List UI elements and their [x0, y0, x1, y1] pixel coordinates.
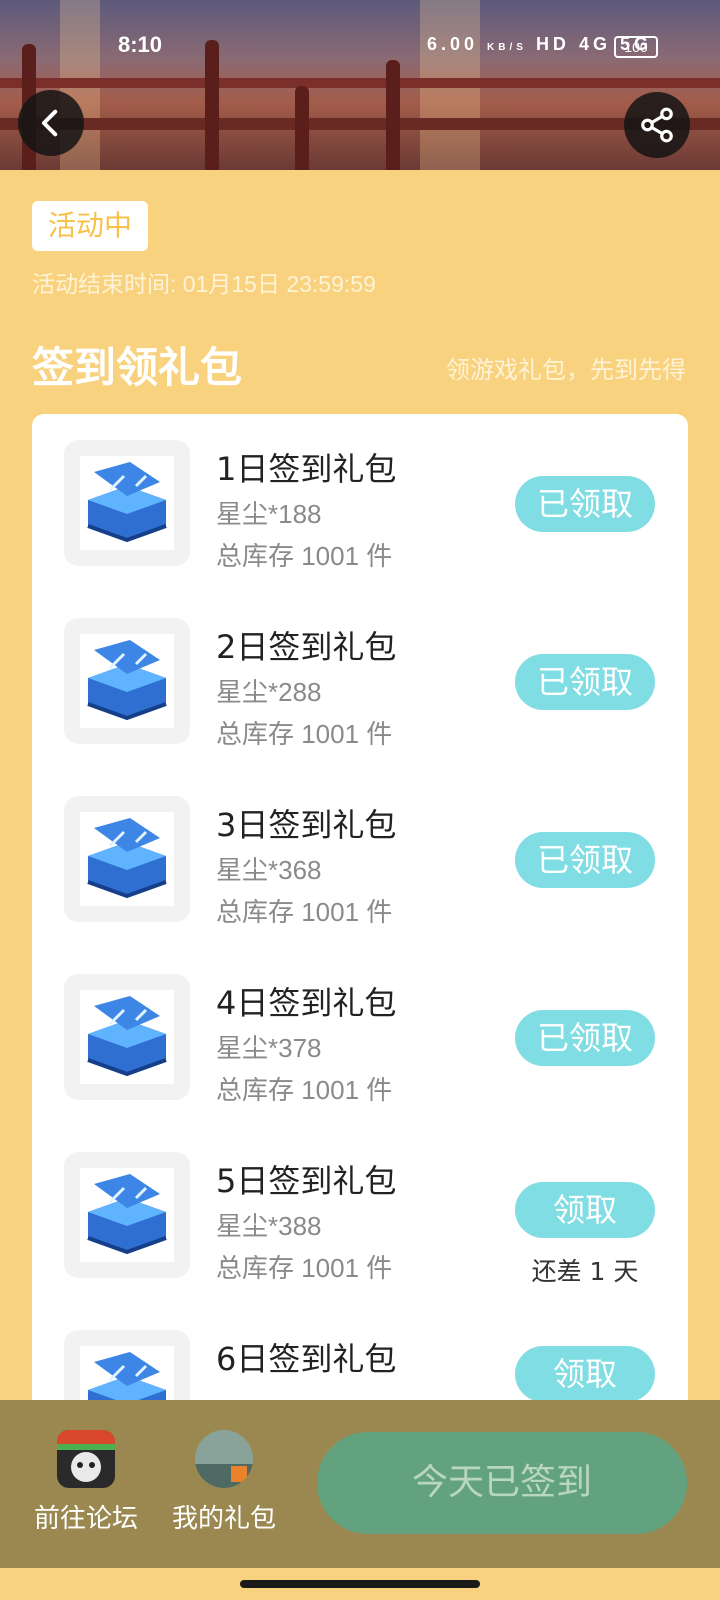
icon-band [57, 1430, 115, 1444]
claim-button[interactable]: 领取 [515, 1182, 655, 1238]
my-gifts-label: 我的礼包 [171, 1504, 276, 1534]
gift-item: 4日签到礼包 星尘*378 总库存 1001 件 已领取 [32, 948, 688, 1118]
battery-icon: 100 [614, 36, 658, 58]
gift-image [80, 456, 174, 550]
back-button[interactable] [18, 90, 84, 156]
icon-eye [77, 1462, 83, 1468]
claimed-button[interactable]: 已领取 [515, 1010, 655, 1066]
net-speed-unit: KB/S [487, 42, 527, 53]
my-gifts-avatar-icon [195, 1430, 253, 1488]
banner-post [386, 60, 400, 170]
claim-button[interactable]: 领取 [515, 1346, 655, 1402]
banner-railing [0, 118, 720, 130]
net-speed: 6.00 [426, 34, 478, 54]
my-gifts-tab[interactable]: 我的礼包 [164, 1430, 284, 1535]
claimed-button[interactable]: 已领取 [515, 476, 655, 532]
battery-level: 100 [624, 39, 648, 55]
gift-reward: 星尘*378 [216, 1033, 322, 1063]
gift-name: 4日签到礼包 [216, 984, 397, 1022]
gift-thumbnail [64, 440, 190, 566]
gift-thumbnail [64, 618, 190, 744]
icon-face [71, 1452, 101, 1482]
gift-name: 3日签到礼包 [216, 806, 397, 844]
forum-tab[interactable]: 前往论坛 [26, 1430, 146, 1535]
gift-reward: 星尘*368 [216, 855, 322, 885]
gift-stock: 总库存 1001 件 [216, 719, 393, 749]
gift-item: 2日签到礼包 星尘*288 总库存 1001 件 已领取 [32, 592, 688, 762]
treasure-chest-icon [87, 818, 167, 899]
activity-status-badge: 活动中 [32, 201, 149, 251]
hd-label: HD [535, 34, 570, 54]
gift-item: 5日签到礼包 星尘*388 总库存 1001 件 领取 还差 1 天 [32, 1126, 688, 1296]
gift-reward: 星尘*388 [216, 1211, 322, 1241]
gift-list: 1日签到礼包 星尘*188 总库存 1001 件 已领取 2日签到礼包 星尘*2… [32, 414, 688, 1414]
gift-reward: 星尘*188 [216, 499, 322, 529]
status-bar: 8:10 6.00 KB/S HD 4G 5G 100 [0, 28, 720, 64]
gift-name: 6日签到礼包 [216, 1340, 397, 1378]
gift-name: 1日签到礼包 [216, 450, 397, 488]
home-indicator[interactable] [240, 1580, 480, 1588]
banner-post [295, 86, 309, 170]
gift-stock: 总库存 1001 件 [216, 897, 393, 927]
chevron-left-icon [41, 109, 58, 137]
icon-eye [89, 1462, 95, 1468]
gift-item: 3日签到礼包 星尘*368 总库存 1001 件 已领取 [32, 770, 688, 940]
gift-stock: 总库存 1001 件 [216, 1075, 393, 1105]
share-icon [641, 107, 673, 143]
treasure-chest-icon [87, 462, 167, 543]
banner-railing [0, 78, 720, 88]
share-button[interactable] [624, 92, 690, 158]
gift-name: 5日签到礼包 [216, 1162, 397, 1200]
activity-end-time: 活动结束时间: 01月15日 23:59:59 [32, 271, 376, 297]
claimed-button[interactable]: 已领取 [515, 654, 655, 710]
section-title: 签到领礼包 [32, 343, 243, 392]
bottom-action-bar: 前往论坛 我的礼包 今天已签到 [0, 1400, 720, 1568]
gift-box-icon [231, 1466, 247, 1482]
gift-name: 2日签到礼包 [216, 628, 397, 666]
section-subtitle: 领游戏礼包，先到先得 [446, 356, 686, 384]
treasure-chest-icon [87, 996, 167, 1077]
gift-image [80, 990, 174, 1084]
gift-image [80, 1168, 174, 1262]
gift-stock: 总库存 1001 件 [216, 541, 393, 571]
treasure-chest-icon [87, 640, 167, 721]
gift-item: 1日签到礼包 星尘*188 总库存 1001 件 已领取 [32, 414, 688, 584]
gift-image [80, 812, 174, 906]
signal-4g: 4G [578, 34, 611, 54]
gift-thumbnail [64, 1152, 190, 1278]
gift-reward: 星尘*288 [216, 677, 322, 707]
forum-game-icon [57, 1430, 115, 1488]
gift-thumbnail [64, 974, 190, 1100]
forum-label: 前往论坛 [33, 1504, 138, 1534]
days-remaining-note: 还差 1 天 [531, 1257, 639, 1286]
gift-stock: 总库存 1001 件 [216, 1253, 393, 1283]
gift-thumbnail [64, 796, 190, 922]
gift-item: 6日签到礼包 领取 [32, 1304, 688, 1414]
icon-band [57, 1444, 115, 1450]
signed-in-today-button[interactable]: 今天已签到 [317, 1432, 687, 1534]
claimed-button[interactable]: 已领取 [515, 832, 655, 888]
treasure-chest-icon [87, 1174, 167, 1255]
status-time: 8:10 [118, 32, 163, 57]
gift-image [80, 634, 174, 728]
header-banner: 8:10 6.00 KB/S HD 4G 5G 100 [0, 0, 720, 170]
